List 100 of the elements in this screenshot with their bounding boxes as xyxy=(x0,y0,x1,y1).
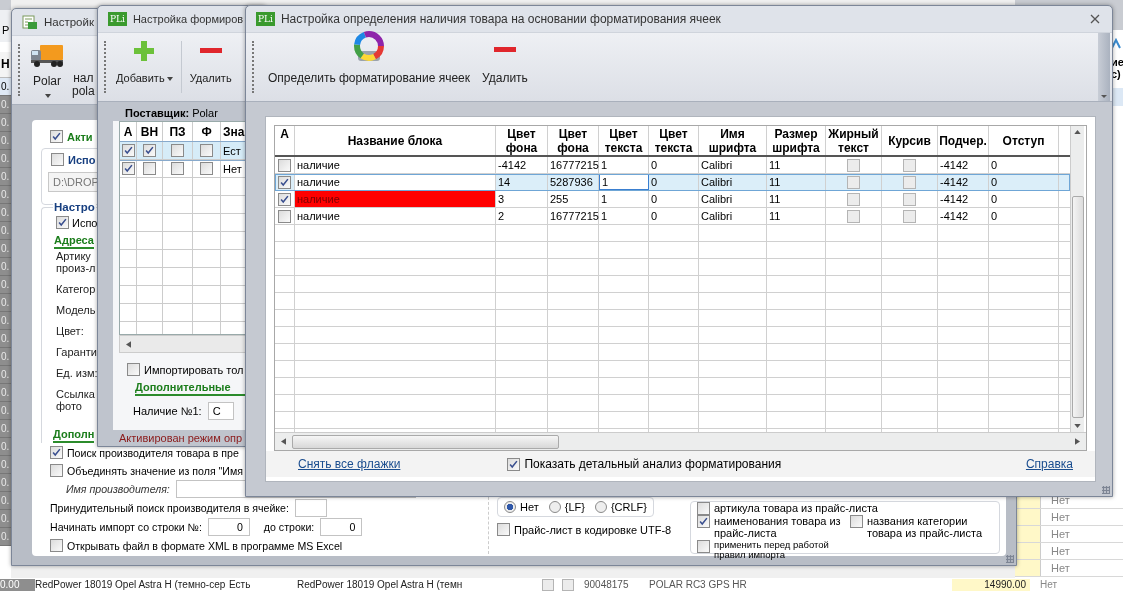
radio-label: {LF} xyxy=(564,501,585,513)
checkbox[interactable] xyxy=(143,144,156,157)
clear-flags-link[interactable]: Снять все флажки xyxy=(298,457,401,471)
toolbar-grip[interactable] xyxy=(104,41,108,93)
checkbox[interactable] xyxy=(200,162,213,175)
checkbox[interactable] xyxy=(171,162,184,175)
checkbox-label: Открывать файл в формате XML в программе MS Excel xyxy=(67,539,343,552)
menu-label: Р xyxy=(2,24,10,36)
supplier-label: Поставщик: Polar xyxy=(124,106,219,121)
table-cell-text: Есть xyxy=(229,579,252,591)
table-cell-text: RedPower 18019 Opel Astra H (темн xyxy=(297,579,464,591)
checkbox[interactable] xyxy=(278,209,291,223)
checkbox[interactable] xyxy=(278,175,291,189)
scroll-arrow-icon[interactable] xyxy=(126,340,131,348)
checkbox[interactable] xyxy=(278,192,291,206)
table-cell: -4142 xyxy=(938,208,989,224)
resize-grip[interactable] xyxy=(1102,486,1110,494)
horizontal-scrollbar[interactable] xyxy=(275,432,1086,450)
toolbar-button[interactable]: Удалить xyxy=(187,33,234,101)
toolbar-button[interactable]: Polar xyxy=(28,36,66,104)
checkbox[interactable] xyxy=(847,192,860,206)
table-cell: 14990.00 xyxy=(952,579,1030,591)
plus-icon xyxy=(133,39,156,62)
checkbox-label: применить перед работой правил импорта xyxy=(714,540,830,560)
checkbox[interactable] xyxy=(697,540,710,553)
column-header: Отступ xyxy=(989,126,1059,155)
scroll-arrow-icon[interactable] xyxy=(1075,438,1080,445)
column-header: Подчер. xyxy=(938,126,989,155)
checkbox[interactable] xyxy=(697,515,710,528)
cell-field[interactable] xyxy=(294,499,327,517)
spreadsheet-icon xyxy=(22,14,38,30)
checkbox[interactable] xyxy=(50,446,63,459)
checkbox[interactable] xyxy=(903,209,916,223)
column-header: Название блока xyxy=(295,126,496,155)
field-label: Ссылка фото xyxy=(56,388,95,412)
checkbox[interactable] xyxy=(56,216,69,229)
table-cell: 0 xyxy=(989,174,1059,190)
toolbar-button[interactable]: Удалить xyxy=(478,33,532,101)
checkbox[interactable] xyxy=(542,579,554,591)
checkbox-label: Импортировать тол xyxy=(144,363,244,376)
checkbox[interactable] xyxy=(507,457,521,471)
vertical-scrollbar[interactable] xyxy=(1070,126,1084,432)
toolbar-button[interactable]: нал pola xyxy=(68,36,97,104)
checkbox[interactable] xyxy=(847,175,860,189)
column-header: Цвет фона xyxy=(496,126,548,155)
radio-button[interactable] xyxy=(504,501,516,513)
resize-grip[interactable] xyxy=(1006,555,1014,563)
checkbox[interactable] xyxy=(278,158,291,172)
toolbar-button[interactable]: Определить форматирование ячеек xyxy=(264,33,474,101)
checkbox-label: Испо xyxy=(68,153,96,166)
table-cell: 0 xyxy=(649,208,699,224)
checkbox[interactable] xyxy=(903,175,916,189)
caret-icon xyxy=(1101,93,1107,99)
checkbox[interactable] xyxy=(50,539,63,552)
close-icon[interactable] xyxy=(1090,14,1100,24)
table-cell-text: Нет xyxy=(1050,544,1070,559)
table-cell: наличие xyxy=(295,208,496,224)
scroll-arrow-icon[interactable] xyxy=(1074,424,1081,428)
text-field[interactable]: С xyxy=(207,402,234,420)
scroll-arrow-icon[interactable] xyxy=(1074,130,1081,134)
number-field[interactable]: 0 xyxy=(320,518,363,536)
table-row[interactable]: наличие 14 5287936 1 0 Calibri 11 -4142 0 xyxy=(275,174,1070,191)
toolbar-grip[interactable] xyxy=(252,41,256,93)
checkbox[interactable] xyxy=(121,162,135,175)
table-cell: 0 xyxy=(649,157,699,173)
help-link[interactable]: Справка xyxy=(1025,457,1073,471)
table-row[interactable]: наличие 3 255 1 0 Calibri 11 -4142 0 xyxy=(275,191,1070,208)
minus-icon xyxy=(493,47,516,52)
checkbox[interactable] xyxy=(50,464,63,477)
checkbox[interactable] xyxy=(697,501,710,515)
table-cell-text: Нет xyxy=(1050,510,1070,525)
checkbox[interactable] xyxy=(850,515,863,528)
number-field[interactable]: 0 xyxy=(207,518,250,536)
checkbox[interactable] xyxy=(497,523,510,536)
checkbox[interactable] xyxy=(50,130,63,143)
column-header: Цвет фона xyxy=(548,126,599,155)
checkbox[interactable] xyxy=(903,192,916,206)
checkbox[interactable] xyxy=(143,162,156,175)
radio-button[interactable] xyxy=(548,501,561,513)
checkbox[interactable] xyxy=(121,144,135,157)
checkbox[interactable] xyxy=(562,579,574,591)
table-cell: Calibri xyxy=(699,174,767,190)
checkbox-label: артикула товара из прайс-листа xyxy=(714,502,878,514)
toolbar-button[interactable]: Добавить xyxy=(114,33,175,101)
table-cell: 0 xyxy=(989,157,1059,173)
checkbox[interactable] xyxy=(200,144,213,157)
checkbox[interactable] xyxy=(847,209,860,223)
table-cell: Calibri xyxy=(699,208,767,224)
checkbox-label: Акти xyxy=(67,130,93,143)
field-label: Модель xyxy=(56,304,96,316)
checkbox[interactable] xyxy=(51,153,64,166)
table-row[interactable]: наличие 2 16777215 1 0 Calibri 11 -4142 0 xyxy=(275,208,1070,225)
scroll-arrow-icon[interactable] xyxy=(281,438,286,445)
radio-button[interactable] xyxy=(594,501,607,513)
checkbox[interactable] xyxy=(847,158,860,172)
toolbar-grip[interactable] xyxy=(18,44,22,96)
checkbox[interactable] xyxy=(903,158,916,172)
table-cell: наличие xyxy=(295,157,496,173)
checkbox[interactable] xyxy=(171,144,184,157)
checkbox[interactable] xyxy=(127,363,140,376)
